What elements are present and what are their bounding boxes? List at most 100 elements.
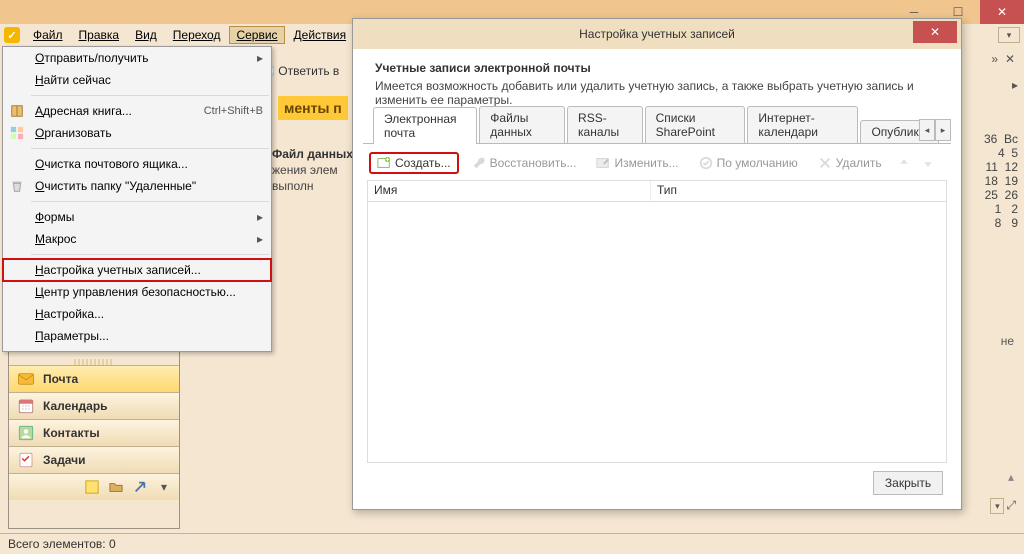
todo-dropdown[interactable]: ▾ <box>998 27 1020 43</box>
calendar-fragment: 36 Вс 4 5 11 12 18 19 25 26 1 2 8 9 <box>964 128 1024 234</box>
cal-next-icon[interactable]: ▸ <box>1012 78 1018 92</box>
organize-icon <box>10 126 24 140</box>
menu-item[interactable]: Центр управления безопасностью... <box>3 281 271 303</box>
tasks-icon <box>17 451 35 469</box>
menu-edit[interactable]: Правка <box>72 26 127 44</box>
menu-item-label: Адресная книга... <box>35 104 196 118</box>
menu-item-label: Настройка... <box>35 307 263 321</box>
delete-icon <box>818 156 832 170</box>
menu-item-label: Настройка учетных записей... <box>35 263 263 277</box>
menu-item[interactable]: Формы ▸ <box>3 206 271 228</box>
status-bar: Всего элементов: 0 <box>0 533 1024 554</box>
menu-item[interactable]: Найти сейчас <box>3 69 271 91</box>
menu-item[interactable]: Адресная книга...Ctrl+Shift+B <box>3 100 271 122</box>
menu-item-label: Организовать <box>35 126 263 140</box>
close-button[interactable]: ✕ <box>980 0 1024 24</box>
new-icon <box>377 156 391 170</box>
arrow-down-icon <box>922 157 934 169</box>
mail-icon <box>17 370 35 388</box>
nav-tasks-label: Задачи <box>43 453 86 467</box>
tab-rss[interactable]: RSS-каналы <box>567 106 643 143</box>
nav-mail-label: Почта <box>43 372 78 386</box>
trash-icon <box>10 179 24 193</box>
menu-file[interactable]: Файл <box>26 26 70 44</box>
nav-tasks[interactable]: Задачи <box>9 446 179 473</box>
nav-mail[interactable]: Почта <box>9 365 179 392</box>
move-down-button[interactable] <box>919 154 937 172</box>
check-circle-icon <box>699 156 713 170</box>
menu-item-label: Очистка почтового ящика... <box>35 157 263 171</box>
menu-item[interactable]: Организовать <box>3 122 271 144</box>
dialog-titlebar: Настройка учетных записей ✕ <box>353 19 961 49</box>
dialog-close-footer-button[interactable]: Закрыть <box>873 471 943 495</box>
restore-account-button[interactable]: Восстановить... <box>465 153 584 173</box>
nav-folders-button[interactable] <box>105 476 127 498</box>
move-up-button[interactable] <box>895 154 913 172</box>
tabs-scroll-right[interactable]: ▸ <box>935 119 951 141</box>
edit-account-button[interactable]: Изменить... <box>589 153 685 173</box>
menu-item[interactable]: Очистить папку "Удаленные" <box>3 175 271 197</box>
menu-tools[interactable]: Сервис <box>229 26 284 44</box>
menu-item-label: Найти сейчас <box>35 73 263 87</box>
dialog-tabs: Электронная почта Файлы данных RSS-канал… <box>363 119 951 144</box>
nav-shortcuts-button[interactable] <box>129 476 151 498</box>
arrow-up-icon <box>898 157 910 169</box>
nav-config-button[interactable]: ▾ <box>153 476 175 498</box>
notes-chevron-icon[interactable]: ⤢ <box>1006 498 1016 514</box>
tabs-scroll-left[interactable]: ◂ <box>919 119 935 141</box>
todo-close-button[interactable]: ✕ <box>1002 51 1018 67</box>
contacts-icon <box>17 424 35 442</box>
menu-item[interactable]: Настройка учетных записей... <box>3 259 271 281</box>
app-logo-icon: ✓ <box>4 27 20 43</box>
book-icon <box>10 104 24 118</box>
nav-calendar[interactable]: Календарь <box>9 392 179 419</box>
todo-chevron-icon[interactable]: » <box>991 52 998 66</box>
delete-account-button[interactable]: Удалить <box>811 153 889 173</box>
menu-item-label: Очистить папку "Удаленные" <box>35 179 263 193</box>
submenu-arrow-icon: ▸ <box>257 232 263 246</box>
submenu-arrow-icon: ▸ <box>257 51 263 65</box>
dialog-description: Имеется возможность добавить или удалить… <box>375 79 935 107</box>
menu-item-label: Параметры... <box>35 329 263 343</box>
accounts-list[interactable] <box>367 202 947 463</box>
text-fragment: не <box>964 334 1024 348</box>
calendar-icon <box>17 397 35 415</box>
create-account-button[interactable]: Создать... <box>369 152 459 174</box>
menu-goto[interactable]: Переход <box>166 26 228 44</box>
default-account-button[interactable]: По умолчанию <box>692 153 805 173</box>
right-pane-fragment: ▾ » ✕ ▸ 36 Вс 4 5 11 12 18 19 25 26 1 2 … <box>964 24 1024 534</box>
menu-item-label: Макрос <box>35 232 249 246</box>
tab-datafiles[interactable]: Файлы данных <box>479 106 565 143</box>
menu-item[interactable]: Очистка почтового ящика... <box>3 153 271 175</box>
menu-item[interactable]: Отправить/получить ▸ <box>3 47 271 69</box>
nav-contacts-label: Контакты <box>43 426 100 440</box>
dialog-heading: Учетные записи электронной почты <box>375 61 939 75</box>
edit-icon <box>596 156 610 170</box>
menu-item-label: Формы <box>35 210 249 224</box>
col-type[interactable]: Тип <box>651 181 683 201</box>
notes-toggle[interactable]: ▾ <box>990 498 1004 514</box>
nav-calendar-label: Календарь <box>43 399 108 413</box>
tab-email[interactable]: Электронная почта <box>373 107 477 144</box>
menu-view[interactable]: Вид <box>128 26 164 44</box>
submenu-arrow-icon: ▸ <box>257 210 263 224</box>
col-name[interactable]: Имя <box>368 181 651 201</box>
tools-menu-dropdown: Отправить/получить ▸ Найти сейчас Адресная … <box>2 46 272 352</box>
heading-fragment: менты п <box>278 96 348 120</box>
tab-ical[interactable]: Интернет-календари <box>747 106 858 143</box>
menu-actions[interactable]: Действия <box>287 26 354 44</box>
accounts-list-header: Имя Тип <box>367 180 947 202</box>
menu-item[interactable]: Макрос ▸ <box>3 228 271 250</box>
menu-item-label: Центр управления безопасностью... <box>35 285 263 299</box>
menu-item-label: Отправить/получить <box>35 51 249 65</box>
tab-sharepoint[interactable]: Списки SharePoint <box>645 106 746 143</box>
menu-item[interactable]: Настройка... <box>3 303 271 325</box>
nav-contacts[interactable]: Контакты <box>9 419 179 446</box>
repair-icon <box>472 156 486 170</box>
status-item-count: Всего элементов: 0 <box>8 537 116 551</box>
nav-notes-button[interactable] <box>81 476 103 498</box>
dialog-close-button[interactable]: ✕ <box>913 21 957 43</box>
account-settings-dialog: Настройка учетных записей ✕ Учетные запи… <box>352 18 962 510</box>
scroll-up-icon[interactable]: ▴ <box>1008 470 1014 484</box>
menu-item[interactable]: Параметры... <box>3 325 271 347</box>
